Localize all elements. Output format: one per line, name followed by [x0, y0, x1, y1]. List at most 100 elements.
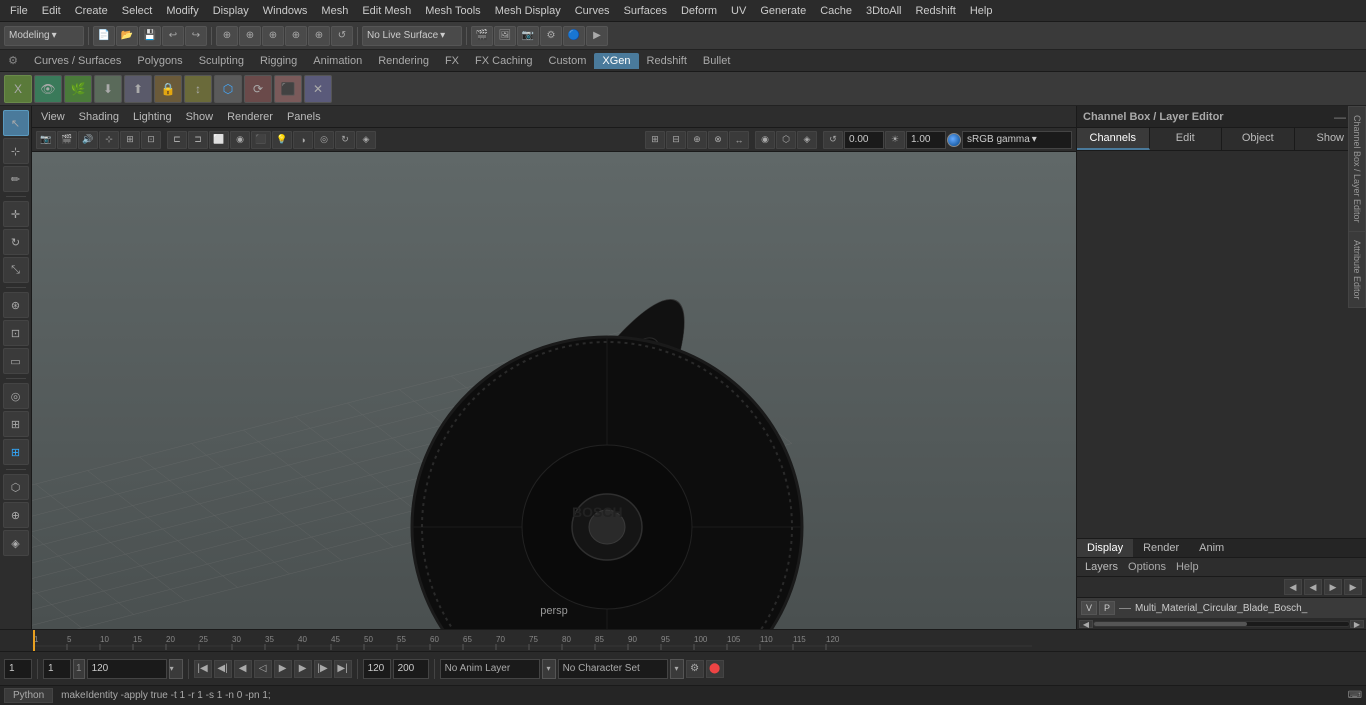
marquee-tool[interactable]: ▭: [3, 348, 29, 374]
vp-icon-persp[interactable]: ⊐: [188, 131, 208, 149]
ch-tab-channels[interactable]: Channels: [1077, 128, 1150, 150]
paint-tool[interactable]: ✏: [3, 166, 29, 192]
shelf-tab-sculpting[interactable]: Sculpting: [191, 53, 252, 69]
vp-icon-wire[interactable]: ⊡: [141, 131, 161, 149]
ly-layer-name[interactable]: Multi_Material_Circular_Blade_Bosch_: [1135, 603, 1362, 614]
render-btn-2[interactable]: 🖼: [494, 26, 516, 46]
vp-icon-extra-2[interactable]: ⊟: [666, 131, 686, 149]
shelf-icon-7[interactable]: ↕: [184, 75, 212, 103]
mode-dropdown[interactable]: Modeling ▾: [4, 26, 84, 46]
ly-prev2-btn[interactable]: ◀: [1304, 579, 1322, 595]
vp-icon-extra-3[interactable]: ⊕: [687, 131, 707, 149]
snap-btn-4[interactable]: ⊕: [285, 26, 307, 46]
ly-tab-anim[interactable]: Anim: [1189, 539, 1234, 557]
shelf-tab-polygons[interactable]: Polygons: [129, 53, 190, 69]
render-btn-6[interactable]: ▶: [586, 26, 608, 46]
skip-start-btn[interactable]: |◀: [194, 660, 212, 678]
show-manip-tool[interactable]: ⊡: [3, 320, 29, 346]
menu-cache[interactable]: Cache: [814, 3, 858, 19]
vp-icon-grid[interactable]: ⊞: [120, 131, 140, 149]
ly-playback-btn[interactable]: P: [1099, 601, 1115, 615]
redo-btn[interactable]: ↪: [185, 26, 207, 46]
shelf-gear-icon[interactable]: ⚙: [4, 52, 22, 70]
menu-windows[interactable]: Windows: [257, 3, 314, 19]
ch-tab-object[interactable]: Object: [1222, 128, 1295, 150]
menu-file[interactable]: File: [4, 3, 34, 19]
shelf-tab-custom[interactable]: Custom: [541, 53, 595, 69]
shelf-icon-1[interactable]: X: [4, 75, 32, 103]
skip-end-btn[interactable]: ▶|: [334, 660, 352, 678]
shelf-icon-5[interactable]: ⬆: [124, 75, 152, 103]
vp-icon-frame[interactable]: ⬡: [776, 131, 796, 149]
vp-menu-show[interactable]: Show: [181, 110, 219, 124]
color-space-dropdown[interactable]: sRGB gamma ▾: [962, 131, 1072, 149]
max-range-input[interactable]: 120: [363, 659, 391, 679]
timeline-ruler[interactable]: 1 5 10 15 20 25 30 35 40 45 50 55 60 65 …: [32, 630, 1076, 652]
shelf-icon-2[interactable]: 👁: [34, 75, 62, 103]
frame-slider[interactable]: 1: [73, 659, 85, 679]
next-frame-btn[interactable]: ▶: [294, 660, 312, 678]
snap-btn-1[interactable]: ⊕: [216, 26, 238, 46]
menu-create[interactable]: Create: [69, 3, 114, 19]
shelf-icon-3[interactable]: 🌿: [64, 75, 92, 103]
snap-btn-6[interactable]: ↺: [331, 26, 353, 46]
render-btn-3[interactable]: 📷: [517, 26, 539, 46]
vp-icon-audio[interactable]: 🔊: [78, 131, 98, 149]
snap-btn-5[interactable]: ⊕: [308, 26, 330, 46]
anim-layer-dropdown[interactable]: No Anim Layer: [440, 659, 540, 679]
menu-mesh-tools[interactable]: Mesh Tools: [419, 3, 486, 19]
vp-icon-snap[interactable]: ⊹: [99, 131, 119, 149]
ly-next2-btn[interactable]: ▶: [1344, 579, 1362, 595]
snap-btn-2[interactable]: ⊕: [239, 26, 261, 46]
vp-icon-loop[interactable]: ↺: [823, 131, 843, 149]
lasso-tool[interactable]: ⊹: [3, 138, 29, 164]
save-btn[interactable]: 💾: [139, 26, 161, 46]
poly-sel-2[interactable]: ⊕: [3, 502, 29, 528]
scroll-track[interactable]: [1093, 621, 1350, 627]
vp-icon-sel[interactable]: ◈: [797, 131, 817, 149]
char-set-expand[interactable]: ▾: [670, 659, 684, 679]
vp-icon-motion[interactable]: ↻: [335, 131, 355, 149]
ly-sub-layers[interactable]: Layers: [1081, 560, 1122, 574]
soft-sel-tool[interactable]: ⊛: [3, 292, 29, 318]
shelf-tab-fx[interactable]: FX: [437, 53, 467, 69]
vp-icon-cam[interactable]: 📷: [36, 131, 56, 149]
shelf-tab-animation[interactable]: Animation: [305, 53, 370, 69]
shelf-tab-redshift[interactable]: Redshift: [639, 53, 695, 69]
menu-help[interactable]: Help: [964, 3, 999, 19]
snap-btn-3[interactable]: ⊕: [262, 26, 284, 46]
shelf-tab-bullet[interactable]: Bullet: [695, 53, 739, 69]
char-set-dropdown[interactable]: No Character Set: [558, 659, 668, 679]
prev-frame-btn[interactable]: ◀: [234, 660, 252, 678]
panel-minimize-btn[interactable]: —: [1334, 110, 1346, 124]
vp-icon-smooth[interactable]: ◉: [230, 131, 250, 149]
shelf-icon-11[interactable]: ✕: [304, 75, 332, 103]
scroll-right-btn[interactable]: ▶: [1350, 620, 1364, 628]
ly-tab-display[interactable]: Display: [1077, 539, 1133, 557]
shelf-icon-10[interactable]: ⬛: [274, 75, 302, 103]
auto-key-btn[interactable]: ⬤: [706, 660, 724, 678]
edge-tab-attribute[interactable]: Attribute Editor: [1348, 231, 1366, 309]
menu-surfaces[interactable]: Surfaces: [618, 3, 673, 19]
viewport-canvas[interactable]: BOSCH x y z persp: [32, 152, 1076, 629]
keyboard-icon[interactable]: ⌨: [1348, 690, 1362, 701]
select-tool[interactable]: ↖: [3, 110, 29, 136]
vp-menu-view[interactable]: View: [36, 110, 70, 124]
vp-icon-bbox[interactable]: ⬜: [209, 131, 229, 149]
render-btn-1[interactable]: 🎬: [471, 26, 493, 46]
play-fwd-btn[interactable]: ▶: [274, 660, 292, 678]
undo-btn[interactable]: ↩: [162, 26, 184, 46]
anim-layer-expand[interactable]: ▾: [542, 659, 556, 679]
vp-icon-extra-1[interactable]: ⊞: [645, 131, 665, 149]
python-tab[interactable]: Python: [4, 688, 53, 703]
render-btn-5[interactable]: 🔵: [563, 26, 585, 46]
vp-icon-iso[interactable]: ⊏: [167, 131, 187, 149]
vp-icon-shad[interactable]: ◑: [293, 131, 313, 149]
xray-tool[interactable]: ◎: [3, 383, 29, 409]
ly-visibility-btn[interactable]: V: [1081, 601, 1097, 615]
live-surface-dropdown[interactable]: No Live Surface ▾: [362, 26, 462, 46]
menu-deform[interactable]: Deform: [675, 3, 723, 19]
current-frame-input[interactable]: 1: [4, 659, 32, 679]
shelf-icon-4[interactable]: ⬇: [94, 75, 122, 103]
ch-tab-edit[interactable]: Edit: [1150, 128, 1223, 150]
